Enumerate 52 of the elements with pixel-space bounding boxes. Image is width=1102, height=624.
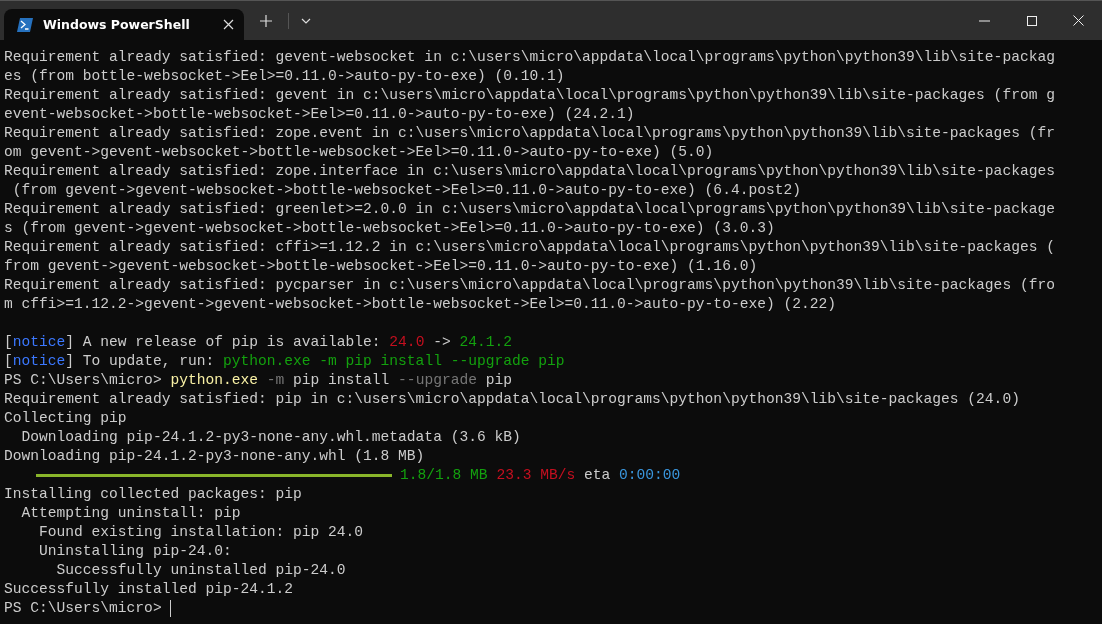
- terminal-text: 24.0: [389, 333, 425, 352]
- terminal-text: Requirement already satisfied: pycparser in c:\users\micro\appdata\local\programs\python\python39\lib\site-packages (fro: [4, 276, 1055, 295]
- terminal-text: (from gevent->gevent-websocket->bottle-websocket->Eel>=0.11.0->auto-py-to-exe) (6.4.post2): [11, 181, 801, 200]
- terminal-text: Requirement already satisfied: gevent in c:\users\micro\appdata\local\programs\python\python39\lib\site-packages (from g: [4, 86, 1055, 105]
- terminal-tab[interactable]: Windows PowerShell: [4, 9, 244, 40]
- terminal-text: Collecting pip: [4, 409, 127, 428]
- terminal-text: PS C:\Users\micro>: [4, 371, 163, 390]
- terminal-text: python.exe: [170, 371, 258, 390]
- terminal-text: 0:00:00: [619, 466, 681, 485]
- terminal-text: Successfully uninstalled pip-24.0: [55, 561, 346, 580]
- terminal-text: Found existing installation: pip 24.0: [38, 523, 364, 542]
- powershell-icon: [17, 17, 33, 32]
- terminal-text: s (from gevent->gevent-websocket->bottle-websocket->Eel>=0.11.0->auto-py-to-exe) (3.0.3): [4, 219, 775, 238]
- terminal-text: --upgrade: [397, 371, 477, 390]
- terminal-text: Requirement already satisfied: cffi>=1.12.2 in c:\users\micro\appdata\local\programs\python\python39\lib\site-packages (: [4, 238, 1055, 257]
- terminal-text: -m: [265, 371, 285, 390]
- close-tab-icon[interactable]: [223, 19, 234, 30]
- terminal-text: notice: [12, 352, 66, 371]
- terminal-text: m cffi>=1.12.2->gevent->gevent-websocket->bottle-websocket->Eel>=0.11.0->auto-py-to-exe) (2.22): [4, 295, 836, 314]
- terminal-text: [: [4, 333, 13, 352]
- terminal-text: eta: [584, 466, 611, 485]
- terminal-text: 23.3 MB/s: [496, 466, 576, 485]
- terminal-text: pip: [484, 371, 512, 390]
- terminal-text: notice: [12, 333, 66, 352]
- terminal-text: om gevent->gevent-websocket->bottle-websocket->Eel>=0.11.0->auto-py-to-exe) (5.0): [4, 143, 714, 162]
- terminal-text: ->: [432, 333, 452, 352]
- terminal-text: PS C:\Users\micro>: [4, 599, 163, 618]
- terminal-text: pip install: [292, 371, 390, 390]
- terminal-text: Requirement already satisfied: zope.event in c:\users\micro\appdata\local\programs\python\python39\lib\site-packages (fr: [4, 124, 1055, 143]
- terminal-text: Requirement already satisfied: zope.interface in c:\users\micro\appdata\local\programs\python\python39\lib\site-packages: [4, 162, 1055, 181]
- text-cursor: [170, 600, 172, 617]
- new-tab-icon[interactable]: [260, 14, 272, 27]
- terminal-text: ] To update, run:: [65, 352, 216, 371]
- terminal-text: es (from bottle-websocket->Eel>=0.11.0->auto-py-to-exe) (0.10.1): [4, 67, 565, 86]
- terminal-text: Requirement already satisfied: pip in c:\users\micro\appdata\local\programs\python\python39\lib\site-packages (24.0): [4, 390, 1020, 409]
- terminal-text: Requirement already satisfied: gevent-websocket in c:\users\micro\appdata\local\programs\python\python39\lib\site-packag: [4, 48, 1055, 67]
- terminal-text: Downloading pip-24.1.2-py3-none-any.whl.metadata (3.6 kB): [20, 428, 521, 447]
- terminal-text: from gevent->gevent-websocket->bottle-websocket->Eel>=0.11.0->auto-py-to-exe) (1.16.0): [4, 257, 758, 276]
- terminal-text: [: [4, 352, 13, 371]
- terminal-text: ] A new release of pip is available:: [65, 333, 382, 352]
- terminal-text: Installing collected packages: pip: [4, 485, 302, 504]
- terminal-text: event-websocket->bottle-websocket->Eel>=0.11.0->auto-py-to-exe) (24.2.1): [4, 105, 635, 124]
- terminal-text: Downloading pip-24.1.2-py3-none-any.whl (1.8 MB): [4, 447, 425, 466]
- terminal-text: python.exe -m pip install --upgrade pip: [222, 352, 565, 371]
- terminal-text: 24.1.2: [459, 333, 512, 352]
- terminal-text: Attempting uninstall: pip: [20, 504, 241, 523]
- terminal-text: Successfully installed pip-24.1.2: [4, 580, 293, 599]
- terminal-text: Requirement already satisfied: greenlet>=2.0.0 in c:\users\micro\appdata\local\programs\python\python39\lib\site-package: [4, 200, 1055, 219]
- dropdown-chevron-icon[interactable]: [301, 17, 311, 24]
- tab-title: Windows PowerShell: [43, 17, 191, 32]
- terminal-text: Uninstalling pip-24.0:: [38, 542, 232, 561]
- terminal-text: 1.8/1.8 MB: [400, 466, 488, 485]
